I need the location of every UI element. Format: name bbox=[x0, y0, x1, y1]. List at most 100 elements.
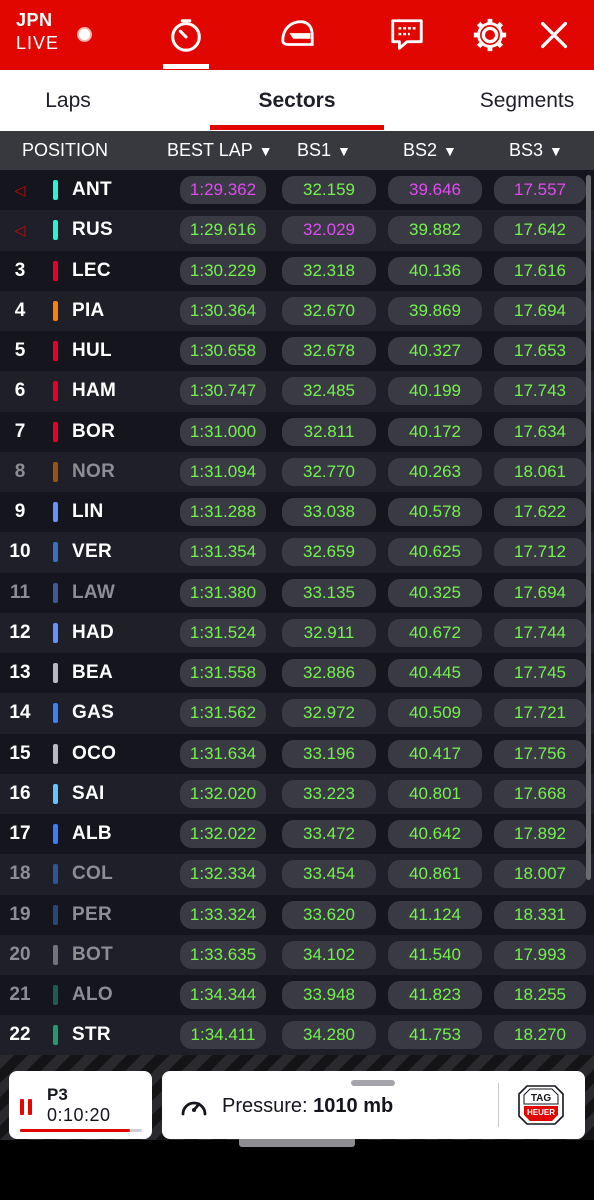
bs3-time: 17.694 bbox=[494, 578, 586, 607]
gear-icon[interactable] bbox=[469, 14, 511, 56]
bs2-time: 40.625 bbox=[388, 538, 482, 567]
table-row[interactable]: 3 LEC 1:30.229 32.318 40.136 17.616 bbox=[0, 250, 594, 291]
tab-segments[interactable]: Segments bbox=[464, 70, 590, 131]
table-row[interactable]: 6 HAM 1:30.747 32.485 40.199 17.743 bbox=[0, 371, 594, 412]
session-time: 0:10:20 bbox=[47, 1105, 111, 1125]
driver-code: ALB bbox=[72, 823, 112, 844]
bs3-time: 17.668 bbox=[494, 779, 586, 808]
bs3-time: 18.007 bbox=[494, 860, 586, 889]
bs2-time: 39.882 bbox=[388, 216, 482, 245]
table-row[interactable]: ◁ ANT 1:29.362 32.159 39.646 17.557 bbox=[0, 170, 594, 211]
tab-sectors[interactable]: Sectors bbox=[210, 70, 384, 131]
tab-laps[interactable]: Laps bbox=[0, 70, 136, 131]
table-row[interactable]: 5 HUL 1:30.658 32.678 40.327 17.653 bbox=[0, 331, 594, 372]
chat-icon[interactable] bbox=[386, 14, 428, 56]
bs1-time: 32.911 bbox=[282, 618, 376, 647]
table-row[interactable]: 20 BOT 1:33.635 34.102 41.540 17.993 bbox=[0, 934, 594, 975]
table-row[interactable]: 15 OCO 1:31.634 33.196 40.417 17.756 bbox=[0, 733, 594, 774]
table-row[interactable]: 22 STR 1:34.411 34.280 41.753 18.270 bbox=[0, 1015, 594, 1056]
table-row[interactable]: 17 ALB 1:32.022 33.472 40.642 17.892 bbox=[0, 814, 594, 855]
team-color-bar bbox=[53, 300, 58, 321]
best-lap-time: 1:33.324 bbox=[180, 900, 266, 929]
row-position: 9 bbox=[14, 501, 26, 522]
best-lap-time: 1:30.747 bbox=[180, 377, 266, 406]
bs3-time: 17.634 bbox=[494, 417, 586, 446]
best-lap-time: 1:31.562 bbox=[180, 699, 266, 728]
row-position: 4 bbox=[14, 299, 26, 321]
bs3-time: 18.331 bbox=[494, 900, 586, 929]
bs1-time: 32.029 bbox=[282, 216, 376, 245]
best-lap-time: 1:30.229 bbox=[180, 256, 266, 285]
column-bs2[interactable]: BS2 ▼ bbox=[403, 131, 457, 170]
column-bs3-label: BS3 bbox=[509, 140, 544, 160]
bs2-time: 41.124 bbox=[388, 900, 482, 929]
table-row[interactable]: 14 GAS 1:31.562 32.972 40.509 17.721 bbox=[0, 693, 594, 734]
session-card[interactable]: P3 0:10:20 bbox=[9, 1071, 152, 1139]
team-color-bar bbox=[53, 542, 58, 563]
bs3-time: 17.694 bbox=[494, 296, 586, 325]
close-icon[interactable] bbox=[533, 14, 575, 56]
svg-text:TAG: TAG bbox=[531, 1093, 552, 1104]
table-row[interactable]: 10 VER 1:31.354 32.659 40.625 17.712 bbox=[0, 532, 594, 573]
table-row[interactable]: 18 COL 1:32.334 33.454 40.861 18.007 bbox=[0, 854, 594, 895]
pressure-readout: Pressure: 1010 mb bbox=[222, 1095, 393, 1118]
drag-handle[interactable] bbox=[351, 1080, 395, 1086]
driver-code: LEC bbox=[72, 259, 111, 281]
live-indicator: JPN LIVE bbox=[16, 10, 59, 56]
table-row[interactable]: ◁ RUS 1:29.616 32.029 39.882 17.642 bbox=[0, 210, 594, 251]
bs3-time: 17.557 bbox=[494, 176, 586, 204]
team-color-bar bbox=[53, 180, 58, 200]
table-row[interactable]: 4 PIA 1:30.364 32.670 39.869 17.694 bbox=[0, 290, 594, 331]
table-row[interactable]: 21 ALO 1:34.344 33.948 41.823 18.255 bbox=[0, 975, 594, 1016]
row-position: 13 bbox=[9, 662, 31, 683]
bs2-time: 40.801 bbox=[388, 779, 482, 808]
row-position: 19 bbox=[9, 903, 31, 925]
bs1-time: 33.223 bbox=[282, 779, 376, 808]
row-position: 15 bbox=[9, 742, 31, 764]
row-position: 7 bbox=[14, 420, 26, 442]
best-lap-time: 1:33.635 bbox=[180, 940, 266, 969]
column-best-lap[interactable]: BEST LAP ▼ bbox=[167, 131, 273, 170]
table-row[interactable]: 16 SAI 1:32.020 33.223 40.801 17.668 bbox=[0, 773, 594, 814]
column-bs1[interactable]: BS1 ▼ bbox=[297, 131, 351, 170]
stopwatch-icon[interactable] bbox=[165, 14, 207, 56]
team-color-bar bbox=[53, 622, 58, 643]
helmet-icon[interactable] bbox=[276, 14, 318, 56]
team-color-bar bbox=[53, 985, 58, 1005]
best-lap-time: 1:31.524 bbox=[180, 618, 266, 647]
position-change-icon: ◁ bbox=[14, 181, 26, 198]
chevron-down-icon: ▼ bbox=[337, 142, 351, 159]
team-color-bar bbox=[53, 582, 58, 603]
table-row[interactable]: 12 HAD 1:31.524 32.911 40.672 17.744 bbox=[0, 612, 594, 653]
bs1-time: 32.811 bbox=[282, 417, 376, 446]
team-color-bar bbox=[53, 220, 58, 241]
pause-icon[interactable] bbox=[20, 1099, 34, 1115]
top-bar: JPN LIVE bbox=[0, 0, 594, 70]
session-progress bbox=[20, 1129, 142, 1132]
table-row[interactable]: 19 PER 1:33.324 33.620 41.124 18.331 bbox=[0, 894, 594, 935]
table-row[interactable]: 13 BEA 1:31.558 32.886 40.445 17.745 bbox=[0, 653, 594, 694]
table-row[interactable]: 7 BOR 1:31.000 32.811 40.172 17.634 bbox=[0, 411, 594, 452]
bs3-time: 17.712 bbox=[494, 538, 586, 567]
timing-table: ◁ ANT 1:29.362 32.159 39.646 17.557 ◁ RUS 1:29.6… bbox=[0, 170, 594, 1056]
bs1-time: 34.280 bbox=[282, 1021, 376, 1050]
column-bs3[interactable]: BS3 ▼ bbox=[509, 131, 563, 170]
bs2-time: 40.172 bbox=[388, 417, 482, 446]
table-row[interactable]: 8 NOR 1:31.094 32.770 40.263 18.061 bbox=[0, 451, 594, 492]
driver-code: LIN bbox=[72, 501, 104, 522]
position-change-icon: ◁ bbox=[14, 221, 26, 238]
gauge-icon bbox=[181, 1101, 207, 1116]
team-color-bar bbox=[53, 864, 58, 885]
table-row[interactable]: 9 LIN 1:31.288 33.038 40.578 17.622 bbox=[0, 492, 594, 533]
bs3-time: 17.743 bbox=[494, 377, 586, 406]
table-row[interactable]: 11 LAW 1:31.380 33.135 40.325 17.694 bbox=[0, 572, 594, 613]
team-color-bar bbox=[53, 341, 58, 361]
chevron-down-icon: ▼ bbox=[443, 142, 457, 159]
row-position: 22 bbox=[9, 1024, 31, 1046]
scrollbar[interactable] bbox=[586, 175, 591, 880]
driver-code: GAS bbox=[72, 702, 115, 724]
driver-code: LAW bbox=[72, 581, 116, 603]
column-position[interactable]: POSITION bbox=[22, 131, 108, 170]
team-color-bar bbox=[53, 1025, 58, 1046]
active-icon-indicator bbox=[163, 64, 209, 69]
